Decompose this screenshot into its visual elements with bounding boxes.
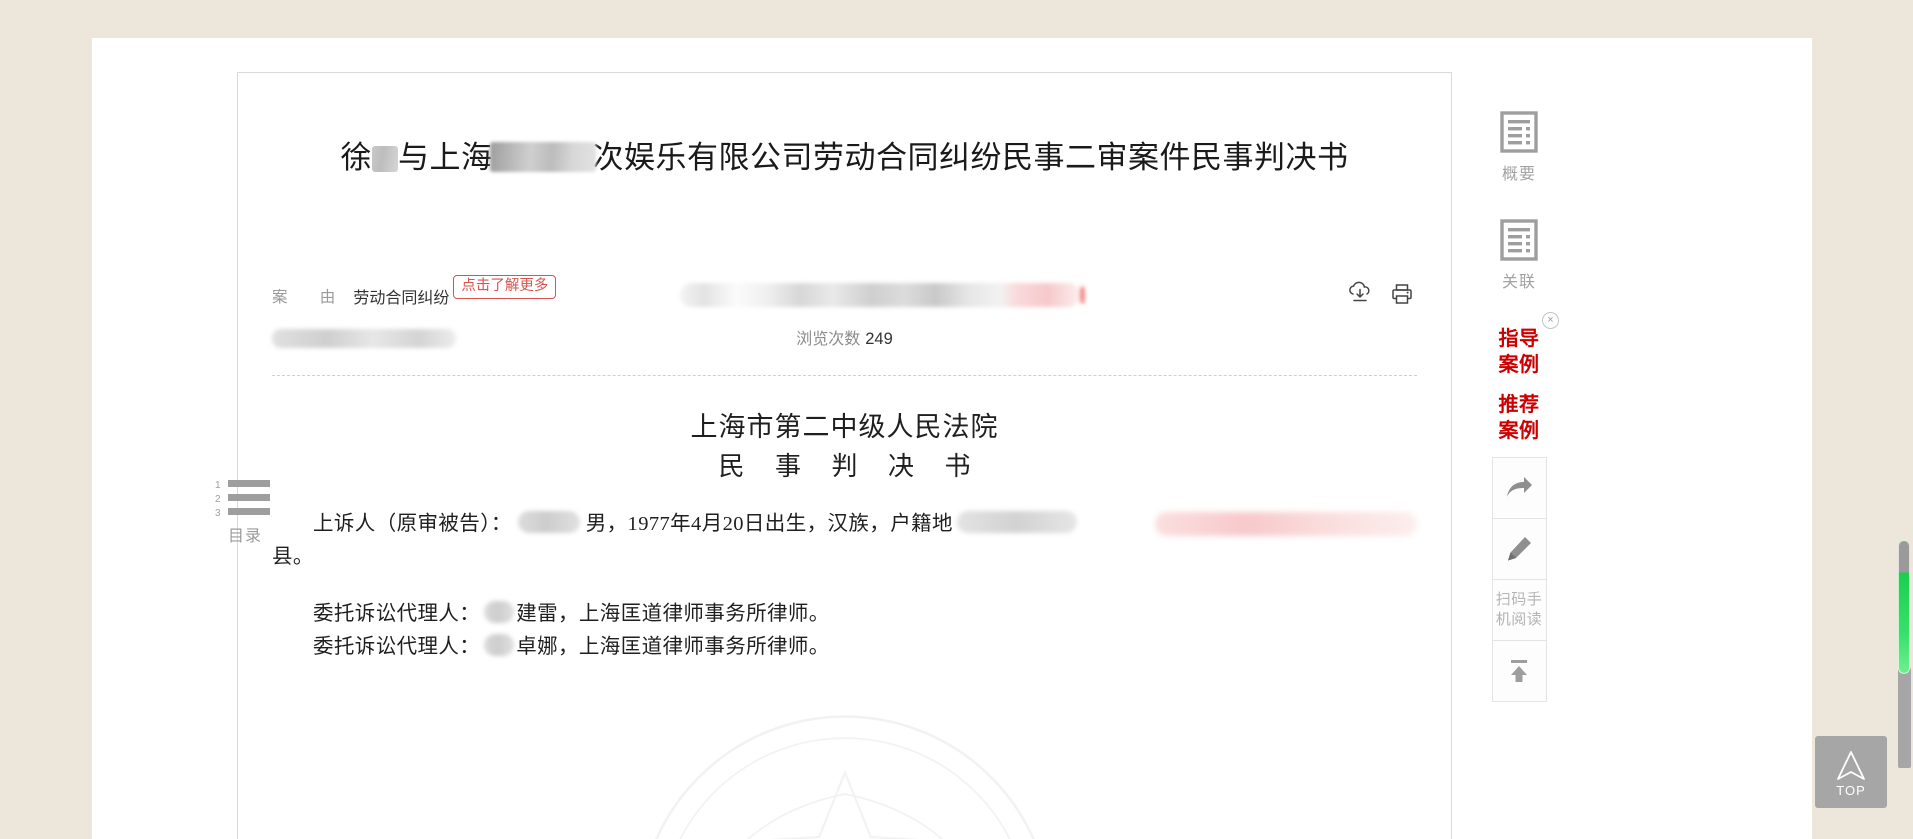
document-relation-icon	[1500, 219, 1538, 261]
agent-1-surname-redaction	[484, 601, 515, 623]
annotate-button[interactable]	[1491, 518, 1547, 580]
download-icon[interactable]	[1347, 281, 1373, 307]
promo-guiding-line1: 指导	[1498, 328, 1540, 350]
view-count: 浏览次数 249	[796, 325, 893, 349]
toc-rail[interactable]: 1 2 3 目录	[210, 478, 280, 546]
agent-1-label: 委托诉讼代理人：	[313, 603, 481, 625]
judgment-body: 上海市第二中级人民法院 民 事 判 决 书 上诉人（原审被告）： 男，1977年4…	[272, 408, 1417, 839]
document-kind: 民 事 判 决 书	[718, 452, 983, 481]
tool-relation[interactable]: 关联	[1485, 218, 1553, 292]
scroll-top-button[interactable]	[1491, 640, 1547, 702]
appellant-details: 男，1977年4月20日出生，汉族，户籍地	[585, 513, 953, 535]
arrow-up-bar-icon	[1511, 660, 1527, 682]
toc-label: 目录	[227, 528, 262, 545]
qr-mobile-read-line1: 扫码手	[1495, 591, 1543, 608]
view-count-label: 浏览次数	[796, 331, 861, 348]
ordered-list-icon: 1 2 3	[215, 480, 270, 519]
scrollbar-thumb[interactable]	[1898, 540, 1910, 674]
scrollbar-thumb-secondary[interactable]	[1898, 668, 1911, 768]
back-to-top-label: TOP	[1836, 782, 1866, 798]
share-arrow-icon	[1507, 477, 1532, 497]
appellant-name-redaction	[517, 511, 580, 533]
case-number-redaction-2	[1155, 512, 1417, 536]
content-card: 徐与上海 次娱乐有限公司劳动合同纠纷民事二审案件民事判决书 案 由 劳动合同纠纷 …	[92, 38, 1812, 839]
agent-2-firm: 上海匡道律师事务所律师。	[578, 636, 830, 658]
case-meta-row: 案 由 劳动合同纠纷 点击了解更多	[272, 275, 1417, 313]
promo-panel: × 指导 案例 推荐 案例	[1485, 312, 1559, 444]
title-text-before: 徐	[340, 140, 372, 175]
agent-1-firm: 上海匡道律师事务所律师。	[578, 603, 830, 625]
svg-text:3: 3	[215, 508, 221, 519]
pencil-icon	[1508, 537, 1531, 561]
back-to-top-button[interactable]: TOP	[1815, 736, 1887, 808]
promo-recommended-case[interactable]: 推荐 案例	[1485, 392, 1553, 444]
title-redaction-1	[372, 146, 398, 172]
title-redaction-2	[489, 142, 596, 172]
document-frame: 徐与上海 次娱乐有限公司劳动合同纠纷民事二审案件民事判决书 案 由 劳动合同纠纷 …	[237, 72, 1452, 839]
qr-mobile-read-button[interactable]: 扫码手 机阅读	[1491, 579, 1547, 641]
document-title: 徐与上海 次娱乐有限公司劳动合同纠纷民事二审案件民事判决书	[272, 131, 1417, 184]
document-summary-icon	[1500, 111, 1538, 153]
section-divider	[272, 375, 1417, 376]
agent-2-label: 委托诉讼代理人：	[313, 636, 481, 658]
agent-1-name: 建雷，	[516, 603, 579, 625]
agent-2-paragraph: 委托诉讼代理人： 卓娜，上海匡道律师事务所律师。	[272, 627, 1417, 668]
tool-summary[interactable]: 概要	[1485, 110, 1553, 184]
court-seal-watermark	[654, 715, 1035, 839]
tool-relation-label: 关联	[1501, 274, 1536, 291]
navigate-up-icon	[1837, 750, 1865, 780]
promo-recommended-line2: 案例	[1498, 420, 1540, 442]
court-name: 上海市第二中级人民法院	[690, 412, 999, 442]
learn-more-badge[interactable]: 点击了解更多	[453, 275, 557, 299]
title-text-after: 次娱乐有限公司劳动合同纠纷民事二审案件民事判决书	[592, 140, 1349, 175]
promo-recommended-line1: 推荐	[1498, 394, 1540, 416]
svg-text:2: 2	[215, 494, 221, 505]
page-root: 徐与上海 次娱乐有限公司劳动合同纠纷民事二审案件民事判决书 案 由 劳动合同纠纷 …	[0, 0, 1913, 839]
appellant-address-redaction	[956, 511, 1077, 533]
title-text-mid: 与上海	[398, 140, 493, 175]
svg-text:1: 1	[215, 480, 221, 491]
agent-2-name: 卓娜，	[516, 636, 579, 658]
appellant-label: 上诉人（原审被告）：	[313, 513, 512, 535]
agent-2-surname-redaction	[484, 634, 515, 656]
qr-mobile-read-line2: 机阅读	[1495, 611, 1543, 628]
case-cause-value[interactable]: 劳动合同纠纷	[353, 284, 449, 308]
court-meta-redaction	[272, 329, 456, 348]
tool-rail: 概要 关联 × 指导 案例 推荐 案例 扫码手 机阅读	[1485, 110, 1559, 702]
close-icon[interactable]: ×	[1542, 312, 1559, 329]
promo-guiding-case[interactable]: 指导 案例	[1485, 326, 1553, 378]
view-count-value: 249	[865, 330, 893, 348]
tool-summary-label: 概要	[1501, 166, 1536, 183]
case-cause-label: 案 由	[272, 289, 350, 306]
case-meta-row-secondary: 浏览次数 249	[272, 323, 1417, 359]
case-number-redaction	[680, 283, 1080, 307]
share-button[interactable]	[1491, 457, 1547, 519]
print-icon[interactable]	[1389, 281, 1415, 307]
scrollbar-track[interactable]	[1896, 0, 1913, 839]
document-actions	[1347, 281, 1415, 307]
promo-guiding-line2: 案例	[1498, 354, 1540, 376]
